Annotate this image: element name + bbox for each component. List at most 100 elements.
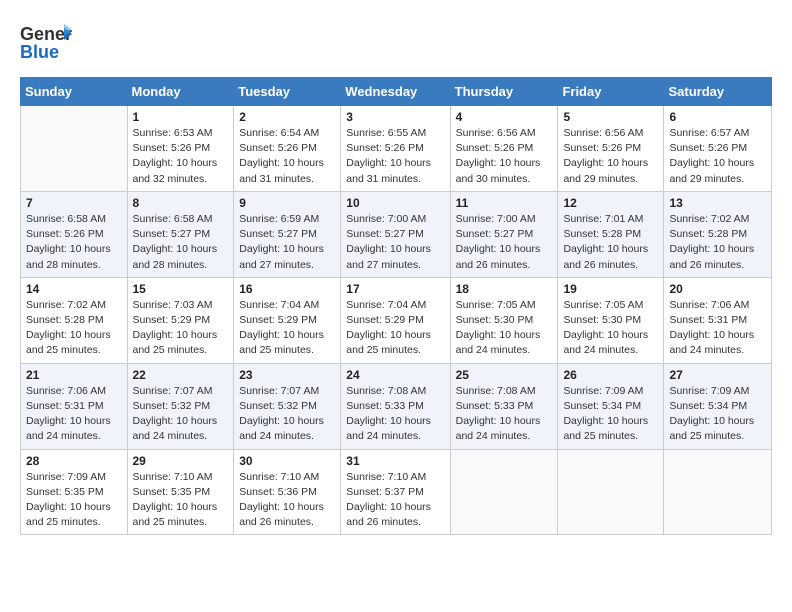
calendar-cell: 2 Sunrise: 6:54 AMSunset: 5:26 PMDaylight… bbox=[234, 106, 341, 192]
calendar-cell: 26 Sunrise: 7:09 AMSunset: 5:34 PMDayligh… bbox=[558, 363, 664, 449]
calendar-cell: 11Sunrise: 7:00 AMSunset: 5:27 PMDayligh… bbox=[450, 191, 558, 277]
day-number: 28 bbox=[26, 454, 122, 468]
day-info: Sunrise: 6:58 AMSunset: 5:26 PMDaylight:… bbox=[26, 212, 122, 273]
day-info: Sunrise: 7:02 AMSunset: 5:28 PMDaylight:… bbox=[669, 212, 766, 273]
calendar-header-tuesday: Tuesday bbox=[234, 78, 341, 106]
calendar-cell: 23 Sunrise: 7:07 AMSunset: 5:32 PMDayligh… bbox=[234, 363, 341, 449]
day-number: 6 bbox=[669, 110, 766, 124]
day-number: 24 bbox=[346, 368, 444, 382]
day-number: 14 bbox=[26, 282, 122, 296]
day-info: Sunrise: 6:54 AMSunset: 5:26 PMDaylight:… bbox=[239, 126, 335, 187]
calendar-header-wednesday: Wednesday bbox=[341, 78, 450, 106]
day-info: Sunrise: 7:09 AMSunset: 5:34 PMDaylight:… bbox=[669, 384, 766, 445]
day-number: 7 bbox=[26, 196, 122, 210]
calendar-cell: 7 Sunrise: 6:58 AMSunset: 5:26 PMDaylight… bbox=[21, 191, 128, 277]
day-info: Sunrise: 7:10 AMSunset: 5:35 PMDaylight:… bbox=[133, 470, 229, 531]
calendar-cell: 18 Sunrise: 7:05 AMSunset: 5:30 PMDayligh… bbox=[450, 277, 558, 363]
svg-text:Blue: Blue bbox=[20, 42, 59, 62]
day-info: Sunrise: 6:56 AMSunset: 5:26 PMDaylight:… bbox=[563, 126, 658, 187]
day-number: 21 bbox=[26, 368, 122, 382]
calendar-cell: 14 Sunrise: 7:02 AMSunset: 5:28 PMDayligh… bbox=[21, 277, 128, 363]
calendar-cell: 22Sunrise: 7:07 AMSunset: 5:32 PMDayligh… bbox=[127, 363, 234, 449]
calendar-header-sunday: Sunday bbox=[21, 78, 128, 106]
calendar-week-5: 28 Sunrise: 7:09 AMSunset: 5:35 PMDayligh… bbox=[21, 449, 772, 535]
calendar-cell bbox=[21, 106, 128, 192]
day-number: 9 bbox=[239, 196, 335, 210]
day-info: Sunrise: 6:57 AMSunset: 5:26 PMDaylight:… bbox=[669, 126, 766, 187]
day-number: 26 bbox=[563, 368, 658, 382]
day-info: Sunrise: 6:58 AMSunset: 5:27 PMDaylight:… bbox=[133, 212, 229, 273]
calendar-cell: 29 Sunrise: 7:10 AMSunset: 5:35 PMDayligh… bbox=[127, 449, 234, 535]
day-info: Sunrise: 6:56 AMSunset: 5:26 PMDaylight:… bbox=[456, 126, 553, 187]
day-number: 5 bbox=[563, 110, 658, 124]
day-number: 30 bbox=[239, 454, 335, 468]
day-number: 16 bbox=[239, 282, 335, 296]
day-number: 27 bbox=[669, 368, 766, 382]
calendar-cell: 5 Sunrise: 6:56 AMSunset: 5:26 PMDaylight… bbox=[558, 106, 664, 192]
page: General Blue SundayMondayTuesdayWednesda… bbox=[0, 0, 792, 612]
calendar-cell: 28 Sunrise: 7:09 AMSunset: 5:35 PMDayligh… bbox=[21, 449, 128, 535]
calendar-cell: 30 Sunrise: 7:10 AMSunset: 5:36 PMDayligh… bbox=[234, 449, 341, 535]
calendar-week-1: 1Sunrise: 6:53 AMSunset: 5:26 PMDaylight… bbox=[21, 106, 772, 192]
day-info: Sunrise: 7:10 AMSunset: 5:37 PMDaylight:… bbox=[346, 470, 444, 531]
day-number: 19 bbox=[563, 282, 658, 296]
calendar-header-monday: Monday bbox=[127, 78, 234, 106]
calendar-header-row: SundayMondayTuesdayWednesdayThursdayFrid… bbox=[21, 78, 772, 106]
calendar-cell: 12 Sunrise: 7:01 AMSunset: 5:28 PMDayligh… bbox=[558, 191, 664, 277]
day-info: Sunrise: 6:59 AMSunset: 5:27 PMDaylight:… bbox=[239, 212, 335, 273]
day-number: 11 bbox=[456, 196, 553, 210]
day-info: Sunrise: 7:03 AMSunset: 5:29 PMDaylight:… bbox=[133, 298, 229, 359]
calendar-cell: 8Sunrise: 6:58 AMSunset: 5:27 PMDaylight… bbox=[127, 191, 234, 277]
calendar-week-2: 7 Sunrise: 6:58 AMSunset: 5:26 PMDaylight… bbox=[21, 191, 772, 277]
day-number: 1 bbox=[133, 110, 229, 124]
calendar-cell: 19 Sunrise: 7:05 AMSunset: 5:30 PMDayligh… bbox=[558, 277, 664, 363]
calendar-cell: 24 Sunrise: 7:08 AMSunset: 5:33 PMDayligh… bbox=[341, 363, 450, 449]
day-info: Sunrise: 7:05 AMSunset: 5:30 PMDaylight:… bbox=[456, 298, 553, 359]
calendar-cell bbox=[450, 449, 558, 535]
calendar-cell: 15Sunrise: 7:03 AMSunset: 5:29 PMDayligh… bbox=[127, 277, 234, 363]
day-number: 29 bbox=[133, 454, 229, 468]
calendar-header-thursday: Thursday bbox=[450, 78, 558, 106]
calendar-cell: 17Sunrise: 7:04 AMSunset: 5:29 PMDayligh… bbox=[341, 277, 450, 363]
day-info: Sunrise: 7:05 AMSunset: 5:30 PMDaylight:… bbox=[563, 298, 658, 359]
calendar-cell: 9 Sunrise: 6:59 AMSunset: 5:27 PMDaylight… bbox=[234, 191, 341, 277]
calendar-cell: 6 Sunrise: 6:57 AMSunset: 5:26 PMDaylight… bbox=[664, 106, 772, 192]
header: General Blue bbox=[20, 16, 772, 69]
calendar-cell: 21 Sunrise: 7:06 AMSunset: 5:31 PMDayligh… bbox=[21, 363, 128, 449]
day-number: 20 bbox=[669, 282, 766, 296]
day-info: Sunrise: 7:08 AMSunset: 5:33 PMDaylight:… bbox=[346, 384, 444, 445]
day-info: Sunrise: 7:10 AMSunset: 5:36 PMDaylight:… bbox=[239, 470, 335, 531]
day-info: Sunrise: 7:09 AMSunset: 5:34 PMDaylight:… bbox=[563, 384, 658, 445]
calendar-cell: 13Sunrise: 7:02 AMSunset: 5:28 PMDayligh… bbox=[664, 191, 772, 277]
day-info: Sunrise: 7:04 AMSunset: 5:29 PMDaylight:… bbox=[346, 298, 444, 359]
calendar-table: SundayMondayTuesdayWednesdayThursdayFrid… bbox=[20, 77, 772, 535]
day-info: Sunrise: 7:09 AMSunset: 5:35 PMDaylight:… bbox=[26, 470, 122, 531]
day-info: Sunrise: 6:55 AMSunset: 5:26 PMDaylight:… bbox=[346, 126, 444, 187]
day-number: 2 bbox=[239, 110, 335, 124]
calendar-week-4: 21 Sunrise: 7:06 AMSunset: 5:31 PMDayligh… bbox=[21, 363, 772, 449]
day-info: Sunrise: 7:06 AMSunset: 5:31 PMDaylight:… bbox=[26, 384, 122, 445]
day-number: 23 bbox=[239, 368, 335, 382]
day-info: Sunrise: 7:00 AMSunset: 5:27 PMDaylight:… bbox=[346, 212, 444, 273]
calendar-week-3: 14 Sunrise: 7:02 AMSunset: 5:28 PMDayligh… bbox=[21, 277, 772, 363]
calendar-cell bbox=[558, 449, 664, 535]
day-number: 3 bbox=[346, 110, 444, 124]
day-info: Sunrise: 7:02 AMSunset: 5:28 PMDaylight:… bbox=[26, 298, 122, 359]
day-number: 12 bbox=[563, 196, 658, 210]
calendar-header-saturday: Saturday bbox=[664, 78, 772, 106]
calendar-cell: 3 Sunrise: 6:55 AMSunset: 5:26 PMDaylight… bbox=[341, 106, 450, 192]
day-number: 31 bbox=[346, 454, 444, 468]
day-info: Sunrise: 7:07 AMSunset: 5:32 PMDaylight:… bbox=[239, 384, 335, 445]
day-number: 22 bbox=[133, 368, 229, 382]
day-number: 18 bbox=[456, 282, 553, 296]
calendar-cell: 10Sunrise: 7:00 AMSunset: 5:27 PMDayligh… bbox=[341, 191, 450, 277]
logo: General Blue bbox=[20, 20, 72, 69]
calendar-cell: 31 Sunrise: 7:10 AMSunset: 5:37 PMDayligh… bbox=[341, 449, 450, 535]
day-info: Sunrise: 7:08 AMSunset: 5:33 PMDaylight:… bbox=[456, 384, 553, 445]
calendar-header-friday: Friday bbox=[558, 78, 664, 106]
calendar-cell bbox=[664, 449, 772, 535]
calendar-cell: 4 Sunrise: 6:56 AMSunset: 5:26 PMDaylight… bbox=[450, 106, 558, 192]
calendar-cell: 27 Sunrise: 7:09 AMSunset: 5:34 PMDayligh… bbox=[664, 363, 772, 449]
day-number: 4 bbox=[456, 110, 553, 124]
day-info: Sunrise: 7:01 AMSunset: 5:28 PMDaylight:… bbox=[563, 212, 658, 273]
